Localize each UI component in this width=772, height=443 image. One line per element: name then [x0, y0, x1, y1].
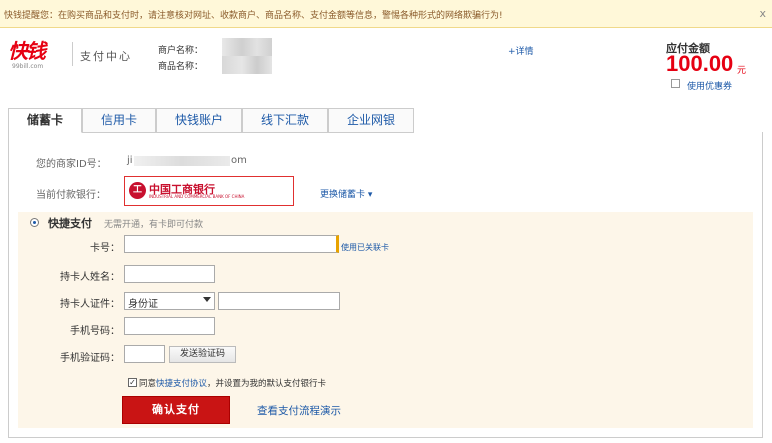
use-linked-card-link[interactable]: 使用已关联卡 [341, 242, 389, 253]
merchant-id-suffix: om [231, 155, 247, 166]
bank-card: 工 中国工商银行 INDUSTRIAL AND COMMERCIAL BANK … [124, 176, 294, 206]
details-link[interactable]: +详情 [508, 44, 534, 57]
tab-enterprise-banking[interactable]: 企业网银 [328, 108, 414, 133]
logo-subtext: 99bill.com [12, 63, 44, 70]
merchant-name-redacted [222, 38, 272, 56]
send-code-button[interactable]: 发送验证码 [169, 346, 236, 363]
merchant-id-label: 您的商家ID号： [36, 159, 107, 170]
tab-kuaiqian-account[interactable]: 快钱账户 [156, 108, 242, 133]
tab-offline-transfer[interactable]: 线下汇款 [242, 108, 328, 133]
sms-code-label: 手机验证码： [60, 353, 120, 364]
logo-text: 快钱 [8, 39, 46, 63]
card-number-label: 卡号： [90, 243, 120, 254]
close-icon[interactable]: x [759, 7, 766, 20]
bank-name-en: INDUSTRIAL AND COMMERCIAL BANK OF CHINA [149, 194, 245, 199]
amount-unit: 元 [737, 66, 747, 76]
card-number-input[interactable] [124, 235, 339, 253]
quick-pay-agreement-link[interactable]: 快捷支付协议 [156, 379, 207, 389]
coupon-checkbox[interactable] [671, 79, 680, 88]
cardholder-name-label: 持卡人姓名： [60, 272, 120, 283]
amount-value: 100.00 [666, 51, 734, 76]
agreement-text: 同意快捷支付协议，并设置为我的默认支付银行卡 [139, 377, 326, 389]
quick-pay-title: 快捷支付 [48, 217, 92, 230]
product-name-redacted [222, 56, 272, 74]
agreement-suffix: ，并设置为我的默认支付银行卡 [207, 379, 327, 389]
confirm-payment-button[interactable]: 确认支付 [122, 396, 230, 424]
phone-number-input[interactable] [124, 317, 215, 335]
agreement-prefix: 同意 [139, 379, 157, 389]
product-name-label: 商品名称： [158, 62, 204, 72]
page-title: 支付中心 [80, 50, 132, 63]
cardholder-name-input[interactable] [124, 265, 215, 283]
tab-debit-card[interactable]: 储蓄卡 [8, 108, 82, 133]
coupon-label[interactable]: 使用优惠券 [687, 79, 732, 92]
phone-number-label: 手机号码： [70, 326, 120, 337]
id-number-input[interactable] [218, 292, 340, 310]
agree-checkbox[interactable]: ✓ [128, 378, 137, 387]
id-type-select[interactable]: 身份证 [124, 292, 215, 310]
change-debit-card-link[interactable]: 更换储蓄卡 ▾ [320, 187, 372, 200]
chevron-down-icon [203, 297, 211, 302]
quick-pay-desc: 无需开通，有卡即可付款 [104, 220, 204, 230]
security-warning-text: 快钱提醒您：在购买商品和支付时，请注意核对网址、收款商户、商品名称、支付金额等信… [4, 11, 503, 21]
sms-code-input[interactable] [124, 345, 165, 363]
cardholder-id-label: 持卡人证件： [60, 299, 120, 310]
current-bank-label: 当前付款银行： [36, 190, 106, 201]
quick-pay-radio[interactable] [30, 218, 39, 227]
merchant-id-redacted [134, 156, 230, 166]
tab-credit-card[interactable]: 信用卡 [82, 108, 156, 133]
merchant-name-label: 商户名称： [158, 46, 204, 56]
icbc-logo-icon: 工 [129, 182, 146, 199]
merchant-id-prefix: ji [127, 155, 133, 166]
logo-divider [72, 42, 73, 66]
logo: 快钱 99bill.com [8, 40, 70, 72]
payment-demo-link[interactable]: 查看支付流程演示 [257, 403, 341, 418]
security-warning-bar: 快钱提醒您：在购买商品和支付时，请注意核对网址、收款商户、商品名称、支付金额等信… [0, 0, 772, 28]
